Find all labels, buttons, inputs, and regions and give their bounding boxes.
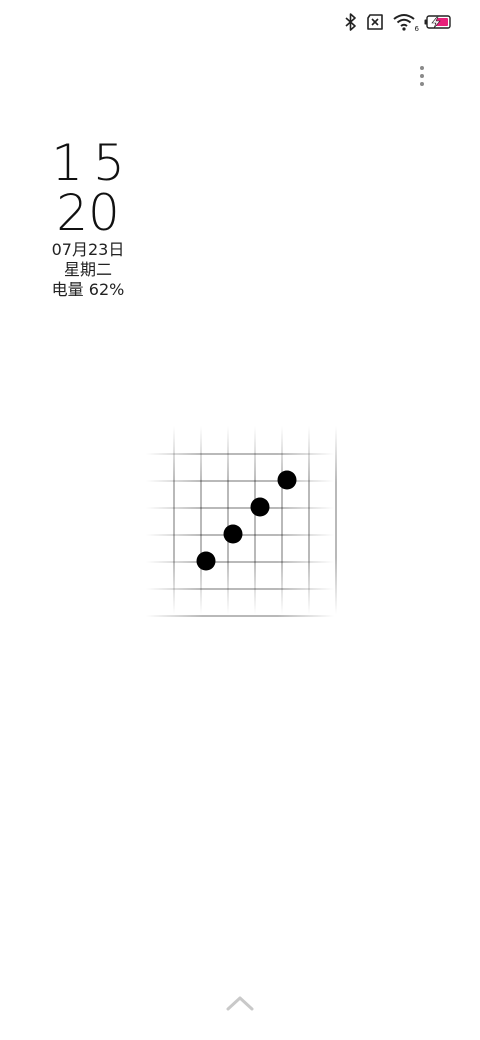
clock-date: 07月23日 (51, 240, 125, 259)
gomoku-board (146, 426, 337, 617)
status-bar: 6 (345, 10, 452, 34)
no-sim-icon (367, 14, 383, 30)
wifi-badge: 6 (414, 25, 419, 33)
more-vertical-icon-dot (420, 74, 424, 78)
lock-screen: 6 15 20 07月23日 星期二 电量 62% (0, 0, 480, 1040)
stone (196, 551, 216, 571)
clock-widget: 15 20 07月23日 星期二 电量 62% (38, 138, 138, 300)
grid-line-horizontal (146, 480, 334, 482)
grid-line-vertical (335, 426, 337, 614)
stone (250, 497, 270, 517)
chevron-up-icon[interactable] (224, 992, 256, 1014)
battery-charging-icon (424, 15, 451, 29)
grid-line-horizontal (146, 453, 334, 455)
grid-line-horizontal (146, 561, 334, 563)
grid-line-vertical (281, 426, 283, 614)
more-vertical-icon-dot (420, 82, 424, 86)
stone (277, 470, 297, 490)
clock-weekday: 星期二 (63, 260, 112, 279)
grid-line-horizontal (146, 615, 334, 617)
stone (223, 524, 243, 544)
grid-line-vertical (200, 426, 202, 614)
wifi-icon: 6 (393, 13, 419, 33)
grid-line-horizontal (146, 507, 334, 509)
more-options-button[interactable] (410, 62, 434, 90)
grid-line-vertical (308, 426, 310, 614)
bluetooth-icon (345, 13, 356, 31)
more-vertical-icon (420, 66, 424, 70)
grid-line-horizontal (146, 588, 334, 590)
battery-level: 电量 62% (51, 280, 125, 299)
clock-minute: 20 (56, 184, 120, 242)
board-grid (146, 426, 337, 617)
grid-line-vertical (254, 426, 256, 614)
clock-hour: 15 (51, 134, 135, 192)
grid-line-vertical (227, 426, 229, 614)
